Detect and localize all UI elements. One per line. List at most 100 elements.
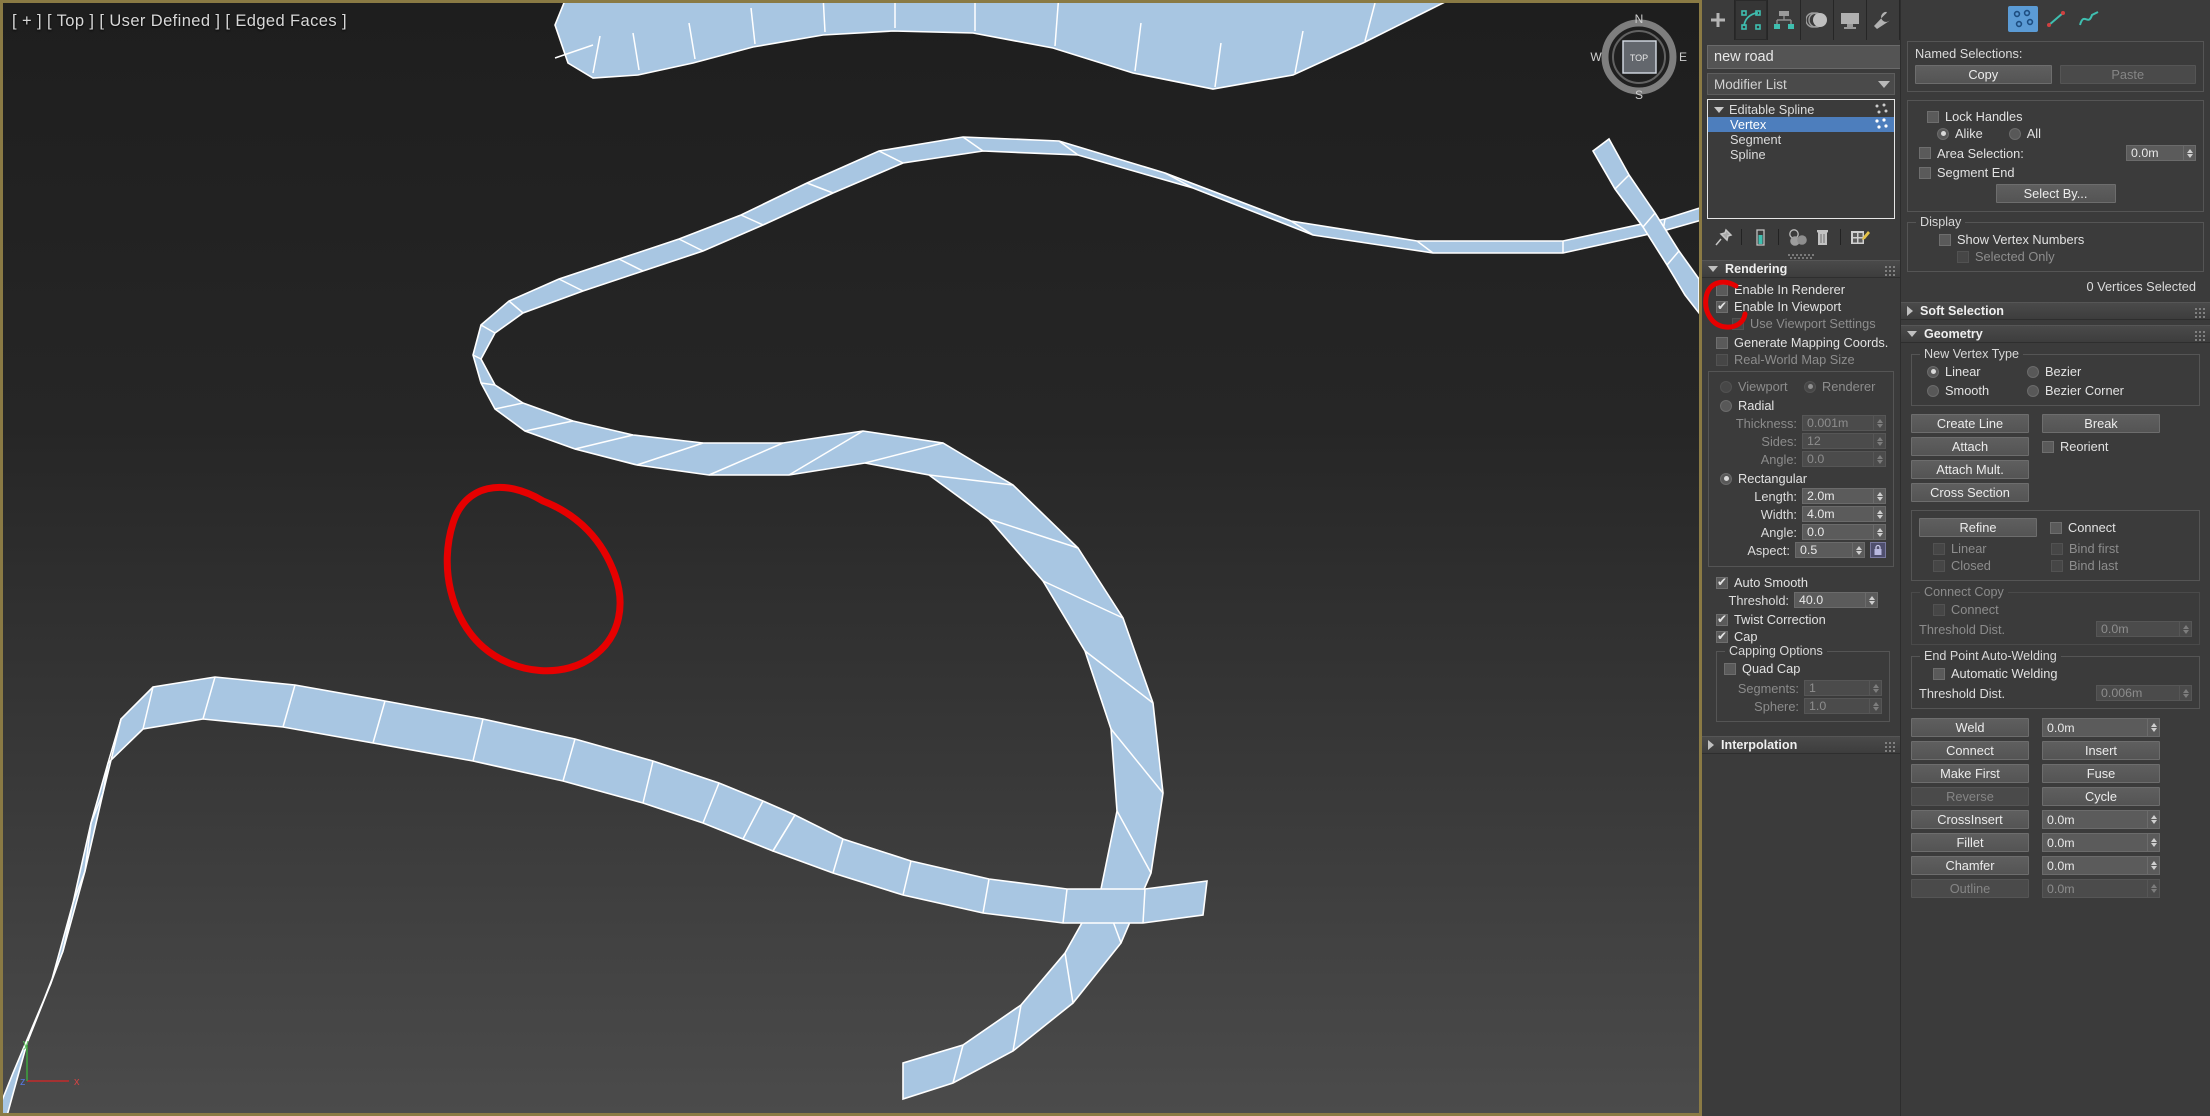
- cross-section-button[interactable]: Cross Section: [1911, 483, 2029, 502]
- viewcube[interactable]: TOP N E S W: [1587, 7, 1691, 103]
- tab-modify[interactable]: [1735, 0, 1768, 40]
- segments-spinner[interactable]: 1: [1804, 680, 1882, 696]
- refine-connect-checkbox[interactable]: Connect: [2050, 520, 2116, 535]
- connect-copy-checkbox[interactable]: Connect: [1919, 602, 2192, 617]
- fuse-button[interactable]: Fuse: [2042, 764, 2160, 783]
- tab-display[interactable]: [1834, 0, 1867, 40]
- spinner-arrows[interactable]: [1865, 592, 1878, 608]
- viewport[interactable]: [ + ] [ Top ] [ User Defined ] [ Edged F…: [0, 0, 1702, 1116]
- stack-item-segment[interactable]: Segment: [1708, 132, 1894, 147]
- crossinsert-value[interactable]: 0.0m: [2042, 810, 2147, 829]
- select-by-button[interactable]: Select By...: [1995, 184, 2116, 203]
- real-world-map-size-checkbox[interactable]: Real-World Map Size: [1708, 352, 1894, 367]
- spinner-arrows[interactable]: [2147, 833, 2160, 852]
- segment-subobject-icon[interactable]: [2041, 6, 2071, 32]
- radial-radio[interactable]: Radial: [1716, 398, 1886, 413]
- rect-angle-value[interactable]: 0.0: [1802, 524, 1873, 540]
- connect-copy-threshold-spinner[interactable]: 0.0m: [2096, 621, 2192, 637]
- enable-in-renderer-checkbox[interactable]: Enable In Renderer: [1708, 282, 1894, 297]
- linear-checkbox[interactable]: Linear: [1933, 541, 2038, 556]
- alike-radio[interactable]: Alike: [1937, 126, 1983, 141]
- threshold-spinner[interactable]: 40.0: [1794, 592, 1878, 608]
- create-line-button[interactable]: Create Line: [1911, 414, 2029, 433]
- automatic-welding-checkbox[interactable]: Automatic Welding: [1919, 666, 2192, 681]
- weld-value[interactable]: 0.0m: [2042, 718, 2147, 737]
- configure-modifier-sets-icon[interactable]: [1848, 227, 1870, 247]
- length-spinner[interactable]: 2.0m: [1802, 488, 1886, 504]
- viewport-label[interactable]: [ + ] [ Top ] [ User Defined ] [ Edged F…: [12, 12, 347, 31]
- spinner-arrows[interactable]: [2147, 810, 2160, 829]
- outline-spinner[interactable]: 0.0m: [2042, 879, 2160, 898]
- spinner-arrows[interactable]: [1873, 415, 1886, 431]
- twist-correction-checkbox[interactable]: Twist Correction: [1708, 612, 1894, 627]
- fillet-button[interactable]: Fillet: [1911, 833, 2029, 852]
- viewport-radio[interactable]: Viewport: [1720, 379, 1796, 394]
- make-unique-icon[interactable]: [1786, 227, 1808, 247]
- closed-checkbox[interactable]: Closed: [1933, 558, 2038, 573]
- sides-spinner[interactable]: 12: [1802, 433, 1886, 449]
- thickness-spinner[interactable]: 0.001m: [1802, 415, 1886, 431]
- rollout-resize-grip[interactable]: [1702, 253, 1900, 260]
- spinner-arrows[interactable]: [1873, 488, 1886, 504]
- bind-first-checkbox[interactable]: Bind first: [2051, 541, 2119, 556]
- spinner-arrows[interactable]: [1852, 542, 1865, 558]
- bezier-corner-vertex-radio[interactable]: Bezier Corner: [2027, 383, 2124, 398]
- chamfer-button[interactable]: Chamfer: [1911, 856, 2029, 875]
- connect-button[interactable]: Connect: [1911, 741, 2029, 760]
- attach-button[interactable]: Attach: [1911, 437, 2029, 456]
- width-spinner[interactable]: 4.0m: [1802, 506, 1886, 522]
- auto-weld-threshold-spinner[interactable]: 0.006m: [2096, 685, 2192, 701]
- pin-stack-icon[interactable]: [1712, 227, 1734, 247]
- width-value[interactable]: 4.0m: [1802, 506, 1873, 522]
- spinner-arrows[interactable]: [1873, 451, 1886, 467]
- use-viewport-settings-checkbox[interactable]: Use Viewport Settings: [1708, 316, 1894, 331]
- rollout-header-rendering[interactable]: Rendering: [1702, 260, 1900, 278]
- modifier-list-dropdown[interactable]: Modifier List: [1707, 73, 1895, 95]
- bind-last-checkbox[interactable]: Bind last: [2051, 558, 2118, 573]
- area-selection-value[interactable]: 0.0m: [2126, 145, 2183, 161]
- renderer-radio[interactable]: Renderer: [1804, 379, 1875, 394]
- copy-button[interactable]: Copy: [1915, 65, 2052, 84]
- crossinsert-spinner[interactable]: 0.0m: [2042, 810, 2160, 829]
- tab-motion[interactable]: [1801, 0, 1834, 40]
- paste-button[interactable]: Paste: [2059, 65, 2196, 84]
- sphere-spinner[interactable]: 1.0: [1804, 698, 1882, 714]
- spinner-arrows[interactable]: [1873, 433, 1886, 449]
- linear-vertex-radio[interactable]: Linear: [1927, 364, 2027, 379]
- quad-cap-checkbox[interactable]: Quad Cap: [1724, 661, 1882, 676]
- length-value[interactable]: 2.0m: [1802, 488, 1873, 504]
- show-vertex-numbers-checkbox[interactable]: Show Vertex Numbers: [1915, 232, 2196, 247]
- generate-mapping-coords-checkbox[interactable]: Generate Mapping Coords.: [1708, 335, 1894, 350]
- spline-subobject-icon[interactable]: [2074, 6, 2104, 32]
- outline-button[interactable]: Outline: [1911, 879, 2029, 898]
- spinner-arrows[interactable]: [2179, 685, 2192, 701]
- all-radio[interactable]: All: [2008, 126, 2041, 141]
- spinner-arrows[interactable]: [1869, 680, 1882, 696]
- reverse-button[interactable]: Reverse: [1911, 787, 2029, 806]
- aspect-lock-icon[interactable]: [1870, 542, 1886, 558]
- bezier-vertex-radio[interactable]: Bezier: [2027, 364, 2081, 379]
- crossinsert-button[interactable]: CrossInsert: [1911, 810, 2029, 829]
- weld-spinner[interactable]: 0.0m: [2042, 718, 2160, 737]
- spinner-arrows[interactable]: [2147, 879, 2160, 898]
- area-selection-spinner[interactable]: 0.0m: [2126, 145, 2196, 161]
- smooth-vertex-radio[interactable]: Smooth: [1927, 383, 2027, 398]
- lock-handles-checkbox[interactable]: Lock Handles: [1915, 109, 2196, 124]
- chamfer-value[interactable]: 0.0m: [2042, 856, 2147, 875]
- segment-end-checkbox[interactable]: Segment End: [1915, 165, 2196, 180]
- threshold-value[interactable]: 40.0: [1794, 592, 1865, 608]
- modifier-stack[interactable]: Editable Spline Vertex Segment Spline: [1707, 99, 1895, 219]
- aspect-value[interactable]: 0.5: [1795, 542, 1852, 558]
- insert-button[interactable]: Insert: [2042, 741, 2160, 760]
- aspect-spinner[interactable]: 0.5: [1795, 542, 1865, 558]
- rollout-header-interpolation[interactable]: Interpolation: [1702, 736, 1900, 754]
- selected-only-checkbox[interactable]: Selected Only: [1915, 249, 2196, 264]
- area-selection-checkbox[interactable]: Area Selection:: [1919, 146, 2119, 161]
- object-name-input[interactable]: [1707, 44, 1900, 69]
- stack-item-editable-spline[interactable]: Editable Spline: [1708, 102, 1894, 117]
- enable-in-viewport-checkbox[interactable]: Enable In Viewport: [1708, 299, 1894, 314]
- make-first-button[interactable]: Make First: [1911, 764, 2029, 783]
- spinner-arrows[interactable]: [2179, 621, 2192, 637]
- show-end-result-icon[interactable]: [1749, 227, 1771, 247]
- stack-item-spline[interactable]: Spline: [1708, 147, 1894, 162]
